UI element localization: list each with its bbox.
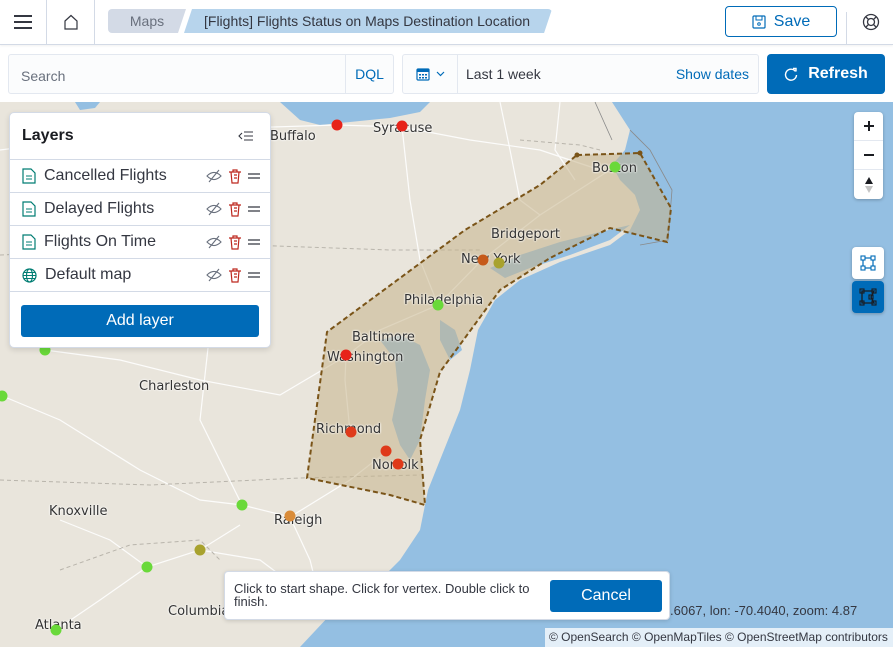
layer-name[interactable]: Default map [45,266,206,284]
refresh-button[interactable]: Refresh [767,54,885,94]
home-icon [63,14,78,30]
zoom-controls [854,112,883,199]
layer-row-flights-on-time[interactable]: Flights On Time [10,226,270,259]
hamburger-icon [14,15,32,29]
eye-closed-icon[interactable] [206,202,222,216]
help-lifebuoy-icon [862,13,879,31]
city-label: Buffalo [270,129,316,144]
mouse-coordinates-readout: .6067, lon: -70.4040, zoom: 4.87 [670,603,858,618]
cancel-draw-button[interactable]: Cancel [550,580,662,612]
app-header: Maps [Flights] Flights Status on Maps De… [0,0,893,45]
city-label: Atlanta [35,618,82,633]
city-label: Bridgeport [491,227,561,242]
show-dates-link[interactable]: Show dates [676,66,758,82]
save-icon [752,14,766,29]
draw-instructions-tooltip: Click to start shape. Click for vertex. … [224,571,670,620]
polygon-vertex [574,152,580,158]
minus-icon [863,154,874,156]
layers-panel-header: Layers [10,113,270,160]
globe-icon [22,267,37,283]
city-label: New York [461,252,521,267]
draw-bounds-button[interactable] [852,247,884,279]
trash-icon[interactable] [228,267,242,283]
trash-icon[interactable] [228,201,242,217]
lake-erie [75,102,100,110]
search-container: DQL [8,54,394,94]
help-button[interactable] [848,0,893,44]
header-divider [846,12,847,44]
trash-icon[interactable] [228,168,242,184]
calendar-icon [415,68,430,81]
city-label: Philadelphia [404,293,484,308]
draw-instructions-text: Click to start shape. Click for vertex. … [234,581,530,609]
zoom-in-button[interactable] [854,112,883,141]
layer-name[interactable]: Delayed Flights [44,200,206,218]
layers-title: Layers [22,127,74,144]
city-label: Syracuse [373,121,433,136]
trash-icon[interactable] [228,234,242,250]
breadcrumb-current-map: [Flights] Flights Status on Maps Destina… [184,9,552,33]
city-label: Raleigh [274,513,323,528]
layer-name[interactable]: Cancelled Flights [44,167,206,185]
chevron-down-icon [436,71,444,77]
drag-handle-icon[interactable] [248,271,260,279]
polygon-draw-icon [859,288,877,306]
breadcrumb: Maps [Flights] Flights Status on Maps De… [108,9,552,33]
layer-row-cancelled-flights[interactable]: Cancelled Flights [10,160,270,193]
zoom-out-button[interactable] [854,141,883,170]
document-icon [22,201,36,217]
save-button[interactable]: Save [725,6,837,37]
compass-icon [864,176,873,193]
reset-bearing-button[interactable] [854,170,883,199]
quick-select-button[interactable] [403,55,458,93]
drag-handle-icon[interactable] [248,172,260,180]
city-label: Columbia [168,604,230,619]
layers-panel: Layers Cancelled Flights Delayed Flights… [9,112,271,348]
bounding-box-icon [860,255,876,271]
map-attribution[interactable]: © OpenSearch © OpenMapTiles © OpenStreet… [545,628,893,647]
city-label: Charleston [139,379,210,394]
city-label: Washington [327,350,404,365]
collapse-panel-icon[interactable] [238,130,254,142]
draw-shape-button[interactable] [852,281,884,313]
menu-button[interactable] [0,0,47,44]
document-icon [22,168,36,184]
breadcrumb-maps[interactable]: Maps [108,9,186,33]
polygon-vertex [637,150,643,156]
eye-closed-icon[interactable] [206,235,222,249]
city-label: Knoxville [49,504,108,519]
city-label: Baltimore [352,330,415,345]
city-label: Richmond [316,422,382,437]
eye-closed-icon[interactable] [206,169,222,183]
drag-handle-icon[interactable] [248,238,260,246]
search-input[interactable] [9,55,345,93]
query-bar: DQL Last 1 week Show dates Refresh [0,45,893,102]
date-picker: Last 1 week Show dates [402,54,759,94]
layer-row-delayed-flights[interactable]: Delayed Flights [10,193,270,226]
city-label: Boston [592,161,637,176]
layer-name[interactable]: Flights On Time [44,233,206,251]
layer-row-default-map[interactable]: Default map [10,259,270,292]
date-range-text[interactable]: Last 1 week [458,66,676,82]
query-language-button[interactable]: DQL [345,55,393,93]
save-label: Save [773,12,811,30]
plus-icon [863,121,874,131]
refresh-label: Refresh [808,65,868,82]
refresh-icon [785,67,798,81]
document-icon [22,234,36,250]
city-label: Norfolk [372,458,419,473]
home-button[interactable] [47,0,95,44]
eye-closed-icon[interactable] [206,268,222,282]
drag-handle-icon[interactable] [248,205,260,213]
add-layer-button[interactable]: Add layer [21,305,259,337]
